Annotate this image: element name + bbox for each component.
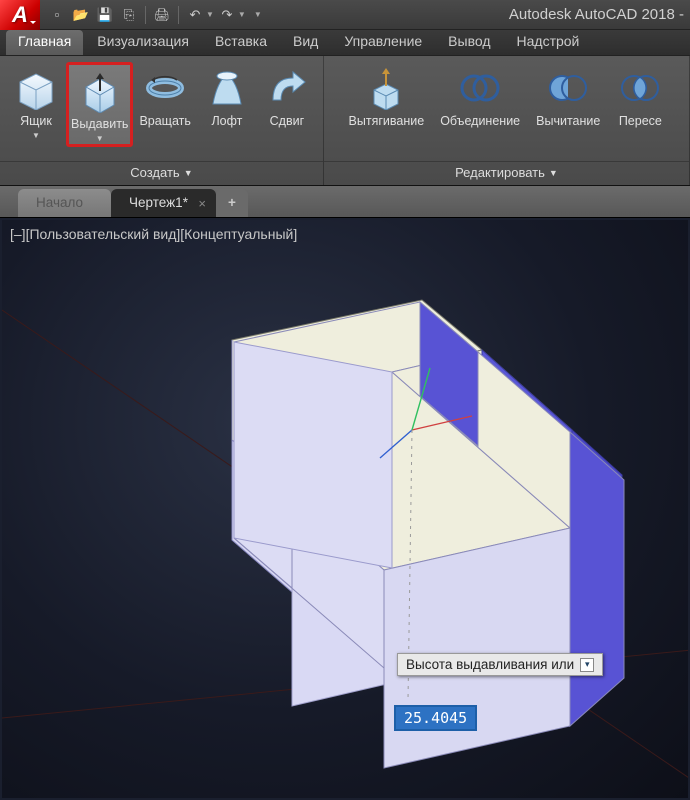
- tool-revolve[interactable]: Вращать: [133, 62, 196, 132]
- document-tabs: Начало Чертеж1* × +: [0, 186, 690, 218]
- app-title: Autodesk AutoCAD 2018 -: [268, 6, 690, 23]
- dynamic-input[interactable]: 25.4045: [394, 705, 477, 731]
- viewport-controls[interactable]: [–][Пользовательский вид][Концептуальный…: [10, 226, 297, 242]
- union-icon: [456, 64, 504, 112]
- doc-tab-start[interactable]: Начало: [18, 189, 111, 217]
- panel-create: Ящик ▼ Выдавить ▼ Вращать: [0, 56, 324, 185]
- tool-label: Вычитание: [536, 114, 600, 130]
- chevron-down-icon: ▼: [549, 168, 558, 178]
- tool-box[interactable]: Ящик ▼: [6, 62, 66, 143]
- tool-union[interactable]: Объединение: [434, 62, 526, 132]
- tool-label: Лофт: [211, 114, 242, 130]
- tool-extrude[interactable]: Выдавить ▼: [66, 62, 133, 147]
- panel-title-label: Редактировать: [455, 165, 545, 180]
- sweep-icon: [263, 64, 311, 112]
- chevron-down-icon: ▼: [184, 168, 193, 178]
- doc-tab-label: Чертеж1*: [129, 195, 188, 210]
- saveas-icon[interactable]: ⎘: [118, 4, 140, 26]
- print-icon[interactable]: 🖨: [151, 4, 173, 26]
- dropdown-icon[interactable]: ▼: [96, 135, 104, 144]
- redo-icon[interactable]: ↷: [216, 4, 238, 26]
- tab-label: Надстрой: [517, 33, 580, 49]
- dynamic-tooltip: Высота выдавливания или ▾: [397, 653, 603, 676]
- save-icon[interactable]: 💾: [94, 4, 116, 26]
- tab-label: Вывод: [448, 33, 490, 49]
- tab-manage[interactable]: Управление: [332, 30, 434, 55]
- tool-label: Вытягивание: [349, 114, 425, 130]
- tab-label: Вид: [293, 33, 318, 49]
- tab-insert[interactable]: Вставка: [203, 30, 279, 55]
- tool-label: Выдавить: [71, 117, 128, 133]
- drawing-viewport[interactable]: [–][Пользовательский вид][Концептуальный…: [2, 220, 688, 798]
- tool-label: Пересе: [619, 114, 662, 130]
- tooltip-more-icon[interactable]: ▾: [580, 658, 594, 672]
- ribbon: Ящик ▼ Выдавить ▼ Вращать: [0, 56, 690, 186]
- new-icon[interactable]: ▫: [46, 4, 68, 26]
- tool-loft[interactable]: Лофт: [197, 62, 257, 132]
- tool-subtract[interactable]: Вычитание: [530, 62, 606, 132]
- tool-sweep[interactable]: Сдвиг: [257, 62, 317, 132]
- dropdown-icon[interactable]: ▼: [32, 132, 40, 141]
- intersect-icon: [616, 64, 664, 112]
- tab-output[interactable]: Вывод: [436, 30, 502, 55]
- quick-access-toolbar: ▫ 📂 💾 ⎘ 🖨 ↶▼ ↷▼ ▼: [40, 0, 268, 29]
- tool-label: Вращать: [139, 114, 190, 130]
- panel-title[interactable]: Создать ▼: [0, 161, 323, 185]
- app-menu-button[interactable]: A: [0, 0, 40, 30]
- tool-presspull[interactable]: Вытягивание: [343, 62, 431, 132]
- undo-icon[interactable]: ↶: [184, 4, 206, 26]
- tool-intersect[interactable]: Пересе: [610, 62, 670, 132]
- box-icon: [12, 64, 60, 112]
- panel-edit: Вытягивание Объединение Вычитание Пересе: [324, 56, 690, 185]
- revolve-icon: [141, 64, 189, 112]
- tab-label: Вставка: [215, 33, 267, 49]
- close-icon[interactable]: ×: [198, 196, 206, 211]
- tool-label: Объединение: [440, 114, 520, 130]
- tab-view[interactable]: Вид: [281, 30, 330, 55]
- doc-tab-drawing1[interactable]: Чертеж1* ×: [111, 189, 216, 217]
- tool-label: Ящик: [20, 114, 52, 130]
- ribbon-tabs: Главная Визуализация Вставка Вид Управле…: [0, 30, 690, 56]
- 3d-solid[interactable]: [112, 270, 632, 790]
- tab-label: Управление: [344, 33, 422, 49]
- new-tab-button[interactable]: +: [216, 189, 248, 217]
- tab-label: Главная: [18, 33, 71, 49]
- separator: [178, 6, 179, 24]
- panel-title-label: Создать: [130, 165, 179, 180]
- title-bar: A ▫ 📂 💾 ⎘ 🖨 ↶▼ ↷▼ ▼ Autodesk AutoCAD 201…: [0, 0, 690, 30]
- tool-label: Сдвиг: [270, 114, 305, 130]
- tab-label: Визуализация: [97, 33, 189, 49]
- tab-visualize[interactable]: Визуализация: [85, 30, 201, 55]
- separator: [145, 6, 146, 24]
- presspull-icon: [362, 64, 410, 112]
- app-logo-letter: A: [12, 2, 28, 28]
- subtract-icon: [544, 64, 592, 112]
- loft-icon: [203, 64, 251, 112]
- open-icon[interactable]: 📂: [70, 4, 92, 26]
- panel-title[interactable]: Редактировать ▼: [324, 161, 689, 185]
- tab-addins[interactable]: Надстрой: [505, 30, 592, 55]
- doc-tab-label: Начало: [36, 195, 83, 210]
- extrude-icon: [76, 67, 124, 115]
- tab-home[interactable]: Главная: [6, 30, 83, 55]
- tooltip-text: Высота выдавливания или: [406, 657, 574, 672]
